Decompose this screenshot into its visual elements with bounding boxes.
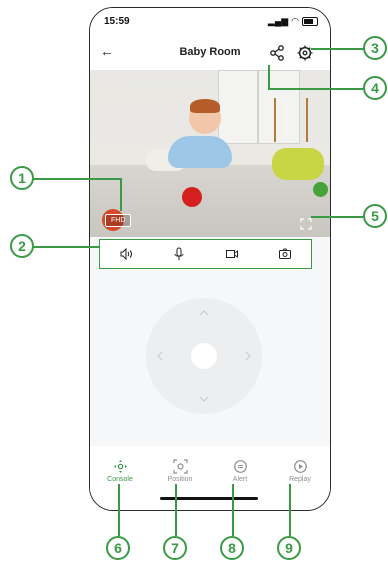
callout-1: 1 — [10, 166, 34, 190]
callout-9: 9 — [277, 536, 301, 560]
callout-8: 8 — [220, 536, 244, 560]
callout-line-5 — [311, 216, 363, 218]
callout-line-6 — [118, 484, 120, 536]
nav-bar: ← Baby Room — [90, 36, 330, 70]
tab-position-label: Position — [167, 476, 193, 483]
fullscreen-icon[interactable] — [300, 218, 312, 230]
tab-position[interactable]: Position — [160, 459, 200, 510]
green-ball — [313, 182, 328, 197]
dpad-down-icon[interactable] — [199, 394, 209, 404]
media-controls — [99, 239, 312, 269]
record-video-icon[interactable] — [225, 247, 239, 261]
callout-5: 5 — [363, 204, 387, 228]
callout-line-1-drop — [120, 178, 122, 211]
status-bar: 15:59 ▂▄▆ ◠ — [90, 8, 330, 36]
page-title: Baby Room — [179, 46, 241, 58]
wifi-icon: ◠ — [291, 16, 299, 26]
snapshot-camera-icon[interactable] — [278, 247, 292, 261]
callout-line-2 — [33, 246, 99, 248]
dpad-center[interactable] — [191, 343, 217, 369]
phone-frame: 15:59 ▂▄▆ ◠ ← Baby Room FHD Console Posi… — [89, 7, 331, 511]
callout-2: 2 — [10, 234, 34, 258]
tab-replay-label: Replay — [289, 476, 311, 483]
dpad-right-icon[interactable] — [243, 351, 253, 361]
callout-line-8 — [232, 484, 234, 536]
callout-line-4-rise — [268, 65, 270, 89]
battery-icon — [302, 17, 318, 26]
callout-6: 6 — [106, 536, 130, 560]
gear-icon[interactable] — [296, 44, 314, 62]
dpad-up-icon[interactable] — [199, 308, 209, 318]
callout-line-9 — [289, 484, 291, 536]
callout-7: 7 — [163, 536, 187, 560]
callout-4: 4 — [363, 76, 387, 100]
callout-line-7 — [175, 484, 177, 536]
position-icon — [172, 459, 188, 474]
callout-line-3 — [311, 48, 365, 50]
camera-feed[interactable]: FHD — [90, 70, 330, 237]
green-pillow — [272, 148, 324, 180]
baby-body — [168, 136, 232, 168]
quality-badge[interactable]: FHD — [105, 214, 132, 227]
abacus-toy — [274, 98, 308, 142]
dpad-left-icon[interactable] — [155, 351, 165, 361]
callout-line-4 — [268, 88, 363, 90]
tab-alert[interactable]: Alert — [220, 459, 260, 510]
tab-console[interactable]: Console — [100, 459, 140, 510]
replay-icon — [293, 460, 307, 473]
tab-console-label: Console — [107, 476, 133, 483]
signal-icon: ▂▄▆ — [267, 16, 289, 26]
callout-line-1 — [33, 178, 121, 180]
callout-3: 3 — [363, 36, 387, 60]
tab-alert-label: Alert — [232, 476, 248, 483]
system-icons: ▂▄▆ ◠ — [268, 16, 318, 27]
status-time: 15:59 — [104, 16, 130, 27]
tab-replay[interactable]: Replay — [280, 459, 320, 510]
share-icon[interactable] — [268, 44, 286, 62]
baby-hair — [190, 99, 220, 113]
dpad-icon — [113, 460, 127, 473]
ptz-dpad[interactable] — [146, 298, 262, 414]
speaker-icon[interactable] — [119, 247, 133, 261]
alert-icon — [233, 460, 247, 473]
red-ball — [182, 187, 202, 207]
tab-bar: Console Position Alert Replay — [90, 446, 330, 510]
microphone-icon[interactable] — [172, 247, 186, 261]
